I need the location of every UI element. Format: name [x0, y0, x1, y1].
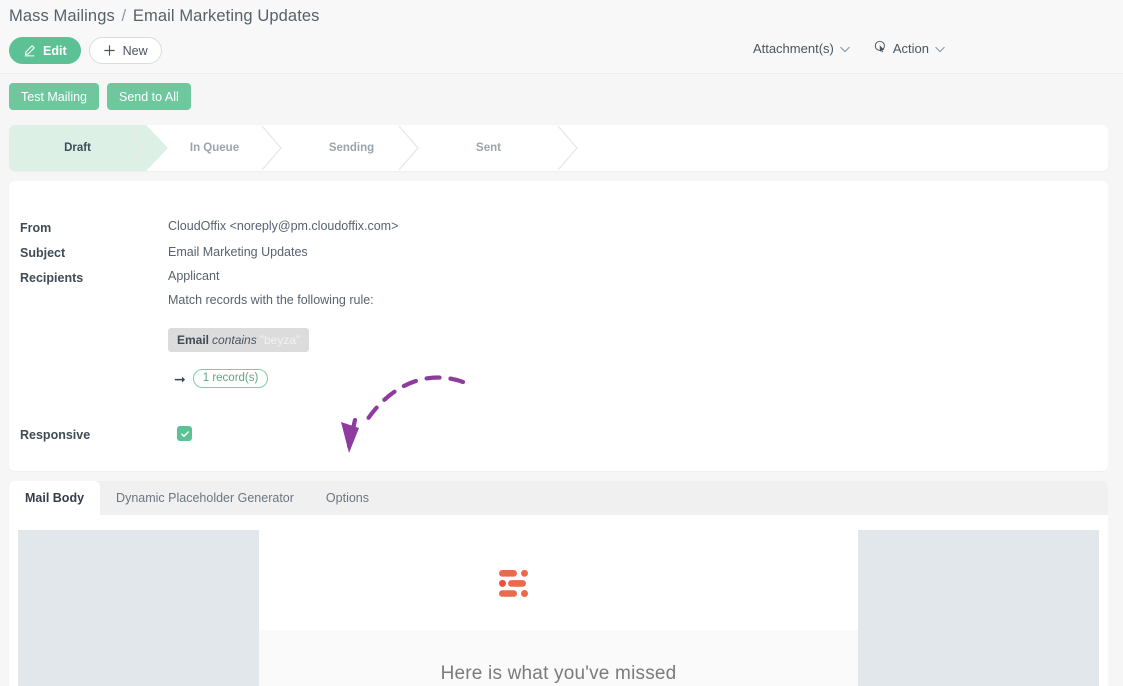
preview-right-panel — [858, 530, 1099, 686]
pipeline-chevron — [261, 125, 283, 171]
rule-field: Email — [177, 333, 210, 347]
chevron-down-icon — [840, 41, 850, 56]
from-label: From — [20, 221, 52, 235]
from-value: CloudOffix <noreply@pm.cloudoffix.com> — [168, 219, 399, 233]
test-mailing-button[interactable]: Test Mailing — [9, 83, 99, 110]
send-to-all-button[interactable]: Send to All — [107, 83, 191, 110]
attachments-label: Attachment(s) — [752, 40, 834, 56]
status-pipeline: Draft In Queue Sending Sent — [9, 125, 1108, 171]
match-rule-text: Match records with the following rule: — [168, 293, 374, 307]
pipeline-chevron — [124, 125, 146, 171]
chevron-down-icon — [935, 41, 945, 56]
breadcrumb-current: Email Marketing Updates — [132, 7, 320, 25]
responsive-checkbox[interactable] — [177, 426, 192, 441]
tab-label: Mail Body — [25, 491, 85, 505]
pencil-icon — [23, 44, 36, 57]
breadcrumb-root[interactable]: Mass Mailings — [9, 7, 115, 25]
record-count-row: ➞ 1 record(s) — [174, 369, 269, 388]
rule-operator: contains — [212, 333, 257, 347]
arrow-right-icon: ➞ — [174, 370, 186, 387]
page-header: Mass Mailings / Email Marketing Updates … — [0, 0, 1123, 74]
pipeline-stage-label: In Queue — [189, 142, 240, 154]
recipients-label: Recipients — [20, 271, 84, 285]
header-actions: Attachment(s) Action — [753, 40, 945, 56]
edit-button-label: Edit — [43, 43, 67, 58]
mass-mailing-detail-page: Mass Mailings / Email Marketing Updates … — [0, 0, 1123, 686]
breadcrumb-separator: / — [121, 7, 127, 25]
action-cursor-icon — [874, 40, 887, 56]
new-button-label: New — [122, 43, 148, 58]
attachments-dropdown[interactable]: Attachment(s) — [753, 41, 850, 56]
recipients-value: Applicant — [168, 269, 220, 283]
plus-icon — [103, 44, 116, 57]
preview-left-panel — [18, 530, 259, 686]
preview-headline: Here is what you've missed — [440, 663, 677, 684]
rule-value: "beyza" — [259, 333, 301, 347]
mailing-detail-card: From CloudOffix <noreply@pm.cloudoffix.c… — [9, 181, 1108, 471]
pipeline-stage-sent[interactable]: Sent — [398, 125, 578, 171]
breadcrumb: Mass Mailings / Email Marketing Updates — [9, 7, 320, 26]
pipeline-stage-label: Sent — [476, 142, 501, 154]
tab-mail-body[interactable]: Mail Body — [9, 481, 101, 515]
responsive-label: Responsive — [20, 428, 91, 442]
subject-value: Email Marketing Updates — [168, 245, 308, 259]
preview-center-column: Here is what you've missed — [259, 515, 858, 686]
action-label: Action — [892, 40, 929, 56]
new-button[interactable]: New — [88, 37, 162, 64]
pipeline-chevron — [398, 125, 420, 171]
record-count-badge[interactable]: 1 record(s) — [192, 369, 269, 388]
recipient-rule-chip[interactable]: Email contains "beyza" — [168, 328, 310, 352]
pipeline-stage-label: Draft — [64, 142, 91, 154]
pipeline-chevron — [557, 125, 579, 171]
tab-label: Dynamic Placeholder Generator — [116, 491, 294, 505]
tab-label: Options — [325, 491, 370, 505]
mail-body-tabs: Mail Body Dynamic Placeholder Generator … — [9, 481, 1108, 515]
pipeline-stage-label: Sending — [328, 142, 375, 154]
action-dropdown[interactable]: Action — [874, 40, 945, 56]
mailing-action-bar: Test Mailing Send to All — [0, 74, 1123, 119]
mail-body-preview: Here is what you've missed — [9, 515, 1108, 686]
cloudoffix-logo-icon — [499, 569, 529, 602]
subject-label: Subject — [20, 246, 66, 260]
header-button-row: Edit New — [9, 37, 162, 64]
tab-dynamic-placeholder-generator[interactable]: Dynamic Placeholder Generator — [100, 481, 310, 515]
edit-button[interactable]: Edit — [9, 37, 81, 64]
tab-options[interactable]: Options — [310, 481, 385, 515]
